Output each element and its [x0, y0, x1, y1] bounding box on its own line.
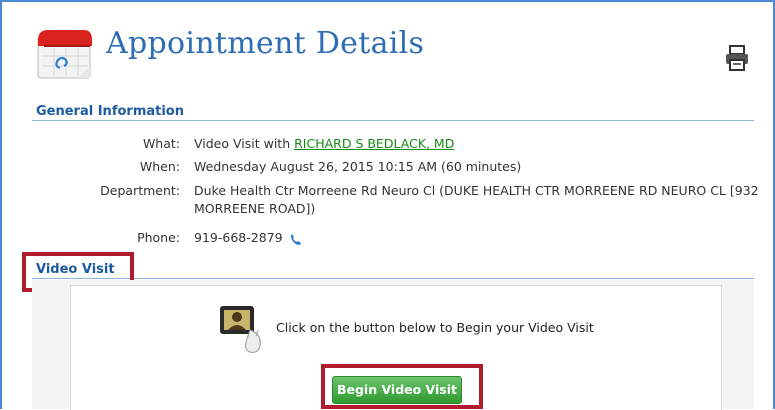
what-value: Video Visit with RICHARD S BEDLACK, MD	[194, 136, 454, 151]
department-value: Duke Health Ctr Morreene Rd Neuro Cl (DU…	[194, 183, 759, 216]
what-label: What:	[142, 136, 180, 151]
department-label: Department:	[100, 183, 180, 198]
department-line-2: MORREENE ROAD])	[194, 201, 316, 216]
page-header: Appointment Details	[18, 18, 758, 88]
printer-icon[interactable]	[724, 44, 750, 72]
phone-icon[interactable]	[289, 232, 303, 246]
when-value: Wednesday August 26, 2015 10:15 AM (60 m…	[194, 159, 522, 174]
video-camera-icon	[220, 306, 261, 353]
page-title: Appointment Details	[106, 26, 425, 61]
calendar-icon	[37, 30, 92, 79]
highlight-box	[321, 364, 483, 409]
provider-link[interactable]: RICHARD S BEDLACK, MD	[294, 136, 454, 151]
section-divider	[32, 120, 754, 121]
video-instruction: Click on the button below to Begin your …	[276, 320, 594, 335]
department-line-1: Duke Health Ctr Morreene Rd Neuro Cl (DU…	[194, 183, 759, 198]
phone-value: 919-668-2879	[194, 230, 283, 245]
section-divider	[32, 278, 754, 279]
when-label: When:	[139, 159, 180, 174]
phone-value-wrap: 919-668-2879	[194, 230, 303, 246]
phone-label: Phone:	[137, 230, 180, 245]
general-information-heading: General Information	[36, 104, 184, 119]
what-prefix: Video Visit with	[194, 136, 291, 151]
